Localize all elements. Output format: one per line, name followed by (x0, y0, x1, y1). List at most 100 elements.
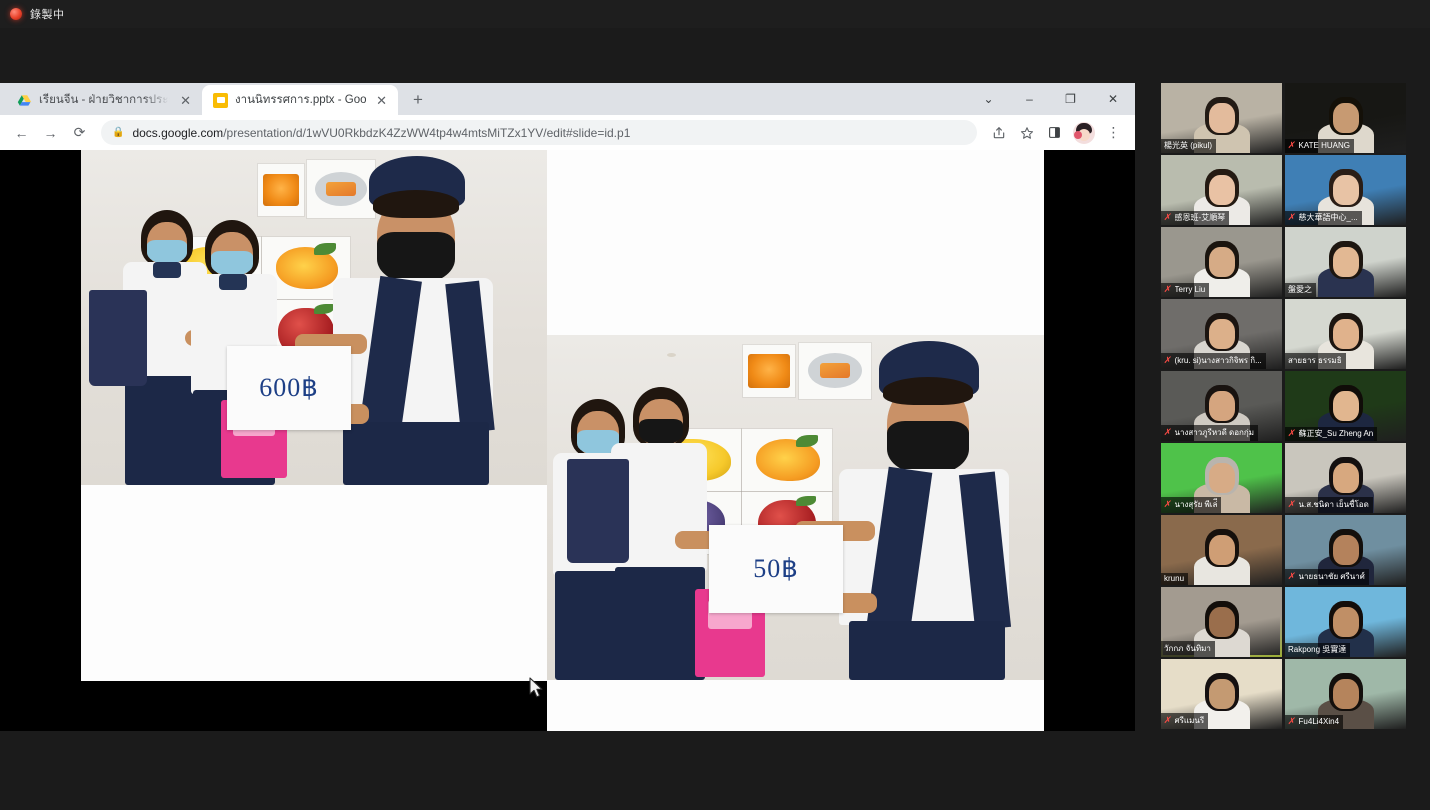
participant-tile[interactable]: krunu (1161, 515, 1282, 585)
muted-microphone-icon: ✗ (1163, 212, 1173, 222)
participant-tile[interactable]: ✗ (kru. si)นางสาวกิจิพร กิ... (1161, 299, 1282, 369)
browser-window: เรียนจีน - ฝ่ายวิชาการประถม - Goog ✕ งาน… (0, 83, 1135, 731)
google-slides-icon (213, 92, 228, 108)
side-panel-icon[interactable] (1041, 119, 1068, 146)
participant-name: นายธนาชัย ศรีนาศ์ (1298, 572, 1365, 581)
toolbar-right-actions: ⋮ (985, 119, 1127, 146)
mouse-cursor (529, 677, 543, 698)
muted-microphone-icon: ✗ (1287, 499, 1297, 509)
participant-tile[interactable]: ✗ 慈大華語中心_... (1285, 155, 1406, 225)
muted-microphone-icon: ✗ (1163, 499, 1173, 509)
participant-name: Rakpong 吳實達 (1288, 645, 1347, 654)
participant-face (1208, 535, 1235, 565)
url-domain: docs.google.com (132, 125, 224, 140)
back-button[interactable]: ← (8, 119, 35, 146)
participant-tile[interactable]: ✗ ศรีแมนรี (1161, 659, 1282, 729)
participant-name-bar: ✗ Terry Liu (1161, 283, 1210, 297)
slide-photo-2-price-sign: 50฿ (709, 525, 843, 613)
star-icon[interactable] (1013, 119, 1040, 146)
participant-name: นางสุรัย พีเล่ี (1174, 500, 1218, 509)
participant-face (1332, 103, 1359, 133)
browser-tab-1-title: เรียนจีน - ฝ่ายวิชาการประถม - Goog (39, 94, 170, 106)
browser-menu-button[interactable]: ⋮ (1100, 119, 1127, 146)
participant-tile[interactable]: ✗ 感恩班-艾順琴 (1161, 155, 1282, 225)
participant-name-bar: ✗ นางสาวภูรีหวดี ดอกกุ่ม (1161, 425, 1258, 441)
participant-tile[interactable]: ✗ 蘇正安_Su Zheng An (1285, 371, 1406, 441)
participant-tile[interactable]: ✗ นายธนาชัย ศรีนาศ์ (1285, 515, 1406, 585)
participant-name-bar: ✗ ศรีแมนรี (1161, 713, 1209, 729)
muted-microphone-icon: ✗ (1287, 428, 1297, 438)
page-viewport: 600฿ 50฿ (0, 150, 1135, 731)
participant-name: krunu (1164, 574, 1185, 583)
participant-name: 蘇正安_Su Zheng An (1298, 429, 1374, 438)
participant-name-bar: ✗ 蘇正安_Su Zheng An (1285, 427, 1378, 441)
participant-face (1332, 319, 1359, 349)
participant-tile[interactable]: ✗ นางสาวภูรีหวดี ดอกกุ่ม (1161, 371, 1282, 441)
participant-tile[interactable]: ✗ น.ส.ชนิดา เย็นชื่โอด (1285, 443, 1406, 513)
participant-tile[interactable]: ✗ KATE HUANG (1285, 83, 1406, 153)
screen-root: 錄製中 เรียนจีน - ฝ่ายวิชาการประถม - Goog ✕ (0, 0, 1430, 810)
participant-name: 盤愛之 (1288, 285, 1312, 294)
participant-face (1208, 175, 1235, 205)
participant-name: 感恩班-艾順琴 (1174, 213, 1226, 222)
participant-name: นางสาวภูรีหวดี ดอกกุ่ม (1174, 428, 1254, 437)
participant-tile[interactable]: สายธาร ธรรมธิ (1285, 299, 1406, 369)
address-bar[interactable]: 🔒 docs.google.com/presentation/d/1wVU0Rk… (101, 120, 977, 145)
browser-tab-2-close-icon[interactable]: ✕ (373, 92, 390, 109)
browser-tab-2[interactable]: งานนิทรรศการ.pptx - Google สไลด์ ✕ (202, 85, 398, 115)
participant-tile[interactable]: 楊光英 (pikul) (1161, 83, 1282, 153)
muted-microphone-icon: ✗ (1163, 284, 1173, 294)
avatar[interactable] (1073, 121, 1095, 144)
participant-tile[interactable]: ✗ Fu4Li4Xin4 (1285, 659, 1406, 729)
participant-face (1208, 391, 1235, 421)
muted-microphone-icon: ✗ (1163, 355, 1173, 365)
participant-face (1208, 247, 1235, 277)
participant-face (1332, 175, 1359, 205)
participant-face (1332, 535, 1359, 565)
participant-tile[interactable]: วักกภ จันทิมา (1161, 587, 1282, 657)
participant-name-bar: ✗ 慈大華語中心_... (1285, 211, 1362, 225)
participant-tile[interactable]: ✗ นางสุรัย พีเล่ี (1161, 443, 1282, 513)
participant-name-bar: ✗ นางสุรัย พีเล่ี (1161, 497, 1222, 513)
muted-microphone-icon: ✗ (1287, 571, 1297, 581)
participant-face (1332, 607, 1359, 637)
participant-face (1332, 679, 1359, 709)
reload-button[interactable]: ⟳ (66, 119, 93, 146)
participant-face (1332, 391, 1359, 421)
participant-name: 慈大華語中心_... (1298, 213, 1358, 222)
participant-name: Fu4Li4Xin4 (1298, 717, 1340, 726)
browser-tab-1-close-icon[interactable]: ✕ (177, 92, 194, 109)
participant-tile[interactable]: ✗ Terry Liu (1161, 227, 1282, 297)
participant-name: 楊光英 (pikul) (1164, 141, 1213, 150)
participant-name-bar: ✗ (kru. si)นางสาวกิจิพร กิ... (1161, 353, 1266, 369)
browser-tab-1[interactable]: เรียนจีน - ฝ่ายวิชาการประถม - Goog ✕ (6, 85, 202, 115)
window-restore-button[interactable]: ❐ (1050, 83, 1091, 115)
share-icon[interactable] (985, 119, 1012, 146)
participant-name-bar: ✗ KATE HUANG (1285, 139, 1354, 153)
window-minimize-button[interactable]: – (1009, 83, 1050, 115)
forward-button[interactable]: → (37, 119, 64, 146)
participant-tile[interactable]: 盤愛之 (1285, 227, 1406, 297)
participant-name: น.ส.ชนิดา เย็นชื่โอด (1298, 500, 1369, 509)
muted-microphone-icon: ✗ (1287, 716, 1297, 726)
participant-name-bar: 楊光英 (pikul) (1161, 139, 1217, 153)
participant-name-bar: krunu (1161, 573, 1189, 585)
participant-tile[interactable]: Rakpong 吳實達 (1285, 587, 1406, 657)
recording-dot-icon (10, 8, 22, 20)
window-controls: ⌄ – ❐ ✕ (968, 83, 1135, 115)
slide-photo-2: 50฿ (547, 335, 1044, 680)
participant-name-bar: ✗ น.ส.ชนิดา เย็นชื่โอด (1285, 497, 1373, 513)
recording-status-bar: 錄製中 (0, 0, 1430, 28)
participant-name: ศรีแมนรี (1174, 716, 1205, 725)
slide-photo-1-price-sign: 600฿ (227, 346, 351, 430)
participant-name: Terry Liu (1174, 285, 1206, 294)
participant-name: สายธาร ธรรมธิ (1288, 356, 1342, 365)
window-close-button[interactable]: ✕ (1091, 83, 1135, 115)
address-bar-url: docs.google.com/presentation/d/1wVU0Rkbd… (132, 126, 630, 140)
new-tab-button[interactable]: + (404, 86, 432, 114)
muted-microphone-icon: ✗ (1287, 212, 1297, 222)
browser-tab-2-title: งานนิทรรศการ.pptx - Google สไลด์ (235, 94, 367, 106)
slide-whitespace-top-right (547, 150, 1044, 335)
tab-search-chevron-down-icon[interactable]: ⌄ (968, 83, 1009, 115)
participant-name-bar: สายธาร ธรรมธิ (1285, 353, 1346, 369)
